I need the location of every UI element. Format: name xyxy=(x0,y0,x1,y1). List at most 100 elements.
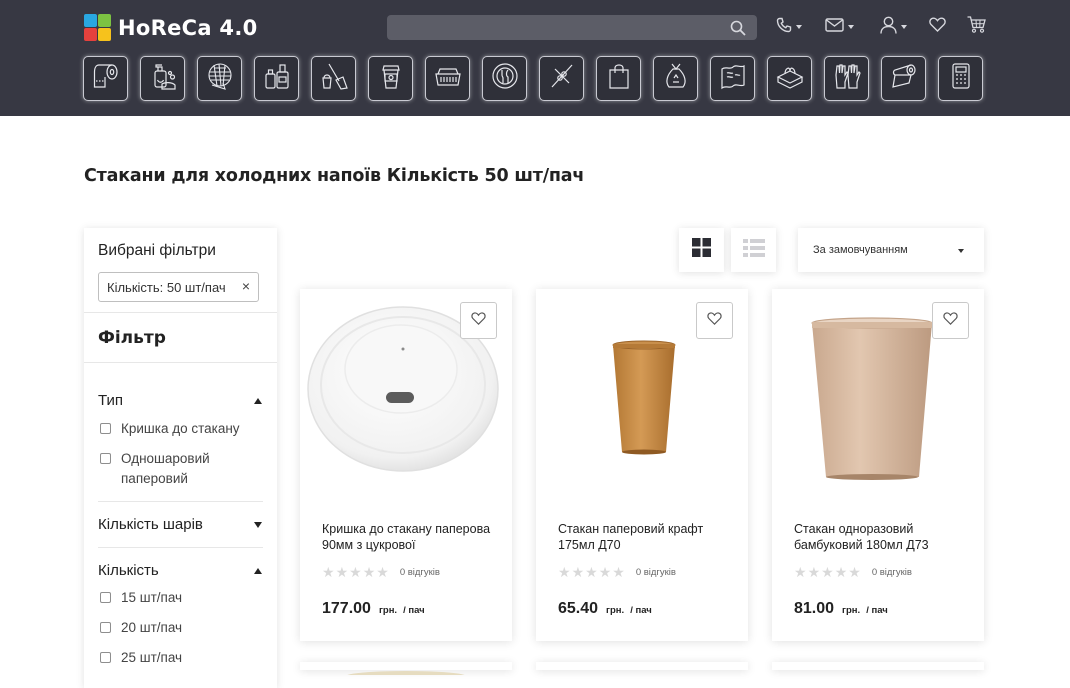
filter-option[interactable]: Кришка до стакану xyxy=(100,419,240,439)
category-garbage-bags[interactable] xyxy=(653,56,698,101)
mail-icon[interactable] xyxy=(825,18,844,37)
checkbox[interactable] xyxy=(100,423,111,434)
filter-option[interactable]: 25 шт/пач xyxy=(100,648,182,668)
food-container-icon xyxy=(433,61,463,96)
filter-option[interactable]: 20 шт/пач xyxy=(100,618,182,638)
filter-group-quantity[interactable]: Кількість xyxy=(98,562,159,579)
wishlist-link[interactable] xyxy=(929,17,946,37)
heart-icon[interactable] xyxy=(929,17,946,37)
review-count[interactable]: 0 відгуків xyxy=(400,567,440,578)
product-card[interactable] xyxy=(536,662,748,670)
category-tableware[interactable] xyxy=(482,56,527,101)
category-cash-registers[interactable] xyxy=(938,56,983,101)
filter-option-label: Кришка до стакану xyxy=(121,419,240,439)
review-count[interactable]: 0 відгуків xyxy=(636,567,676,578)
heart-icon xyxy=(707,312,722,330)
wishlist-button[interactable] xyxy=(696,302,733,339)
filter-group-layers[interactable]: Кількість шарів xyxy=(98,516,203,533)
category-hand-soap[interactable] xyxy=(140,56,185,101)
rating-stars: ★★★★★ 0 відгуків xyxy=(322,565,440,579)
product-name[interactable]: Стакан одноразовий бамбуковий 180мл Д73 xyxy=(794,521,969,553)
product-price: 65.40 грн. / пач xyxy=(558,600,652,618)
category-sponges[interactable] xyxy=(197,56,242,101)
filter-option[interactable]: 15 шт/пач xyxy=(100,588,182,608)
checkbox[interactable] xyxy=(100,622,111,633)
checkbox[interactable] xyxy=(100,453,111,464)
grid-view-button[interactable] xyxy=(679,228,724,272)
sort-label: За замовчуванням xyxy=(813,244,908,256)
phone-icon[interactable] xyxy=(776,17,792,38)
category-gloves[interactable] xyxy=(824,56,869,101)
site-header: HoReCa 4.0 xyxy=(0,0,1070,116)
soap-dispenser-icon xyxy=(148,61,178,96)
price-currency: грн. xyxy=(379,605,397,616)
grid-icon xyxy=(692,238,711,262)
logo[interactable]: HoReCa 4.0 xyxy=(84,14,258,41)
skewers-icon xyxy=(547,61,577,96)
page-title: Стакани для холодних напоїв Кількість 50… xyxy=(84,166,584,186)
search-bar[interactable] xyxy=(387,15,757,40)
search-input[interactable] xyxy=(387,15,757,40)
filter-option-label: 25 шт/пач xyxy=(121,648,182,668)
rating-stars: ★★★★★ 0 відгуків xyxy=(794,565,912,579)
price-value: 81.00 xyxy=(794,600,834,618)
category-cleaning-tools[interactable] xyxy=(311,56,356,101)
category-detergents[interactable] xyxy=(254,56,299,101)
cart-link[interactable] xyxy=(967,17,986,37)
product-card[interactable]: Стакан паперовий крафт 175мл Д70 ★★★★★ 0… xyxy=(536,289,748,641)
cash-register-icon xyxy=(946,61,976,96)
heart-icon xyxy=(471,312,486,330)
list-view-button[interactable] xyxy=(731,228,776,272)
star-icon: ★ xyxy=(835,565,848,579)
product-card[interactable] xyxy=(772,662,984,670)
selected-filter-chip[interactable]: Кількість: 50 шт/пач × xyxy=(98,272,259,302)
chevron-down-icon xyxy=(901,25,907,29)
product-price: 177.00 грн. / пач xyxy=(322,600,425,618)
close-icon[interactable]: × xyxy=(242,278,250,294)
phone-menu[interactable] xyxy=(776,17,802,37)
category-skewers[interactable] xyxy=(539,56,584,101)
checkbox[interactable] xyxy=(100,592,111,603)
product-card[interactable]: Стакан одноразовий бамбуковий 180мл Д73 … xyxy=(772,289,984,641)
category-cloths[interactable] xyxy=(710,56,755,101)
price-value: 177.00 xyxy=(322,600,371,618)
paper-bag-icon xyxy=(604,61,634,96)
category-foil-rolls[interactable] xyxy=(881,56,926,101)
filter-option[interactable]: Одношаровий паперовий xyxy=(100,449,210,489)
category-cups[interactable] xyxy=(368,56,413,101)
chevron-up-icon[interactable] xyxy=(254,568,262,574)
star-icon: ★ xyxy=(808,565,821,579)
chevron-up-icon[interactable] xyxy=(254,398,262,404)
category-food-containers[interactable] xyxy=(425,56,470,101)
wishlist-button[interactable] xyxy=(932,302,969,339)
account-menu[interactable] xyxy=(880,17,907,37)
category-paper-bags[interactable] xyxy=(596,56,641,101)
chevron-down-icon xyxy=(796,25,802,29)
star-icon: ★ xyxy=(349,565,362,579)
chevron-down-icon xyxy=(848,25,854,29)
product-card[interactable]: Кришка до стакану паперова 90мм з цукров… xyxy=(300,289,512,641)
rating-stars: ★★★★★ 0 відгуків xyxy=(558,565,676,579)
mail-menu[interactable] xyxy=(825,17,854,37)
cart-icon[interactable] xyxy=(967,16,986,38)
product-card[interactable] xyxy=(300,662,512,670)
user-icon[interactable] xyxy=(880,16,897,39)
star-icon: ★ xyxy=(599,565,612,579)
category-napkins[interactable] xyxy=(767,56,812,101)
filter-group-type[interactable]: Тип xyxy=(98,392,123,409)
selected-filters-title: Вибрані фільтри xyxy=(98,242,216,260)
price-currency: грн. xyxy=(606,605,624,616)
sponge-icon xyxy=(205,61,235,96)
product-name[interactable]: Кришка до стакану паперова 90мм з цукров… xyxy=(322,521,497,553)
category-toilet-paper[interactable] xyxy=(83,56,128,101)
product-name[interactable]: Стакан паперовий крафт 175мл Д70 xyxy=(558,521,733,553)
wishlist-button[interactable] xyxy=(460,302,497,339)
price-unit: / пач xyxy=(630,605,652,616)
star-icon: ★ xyxy=(376,565,389,579)
review-count[interactable]: 0 відгуків xyxy=(872,567,912,578)
search-icon[interactable] xyxy=(730,20,746,41)
filter-option-label: 20 шт/пач xyxy=(121,618,182,638)
sort-dropdown[interactable]: За замовчуванням xyxy=(798,228,984,272)
chevron-down-icon[interactable] xyxy=(254,522,262,528)
checkbox[interactable] xyxy=(100,652,111,663)
